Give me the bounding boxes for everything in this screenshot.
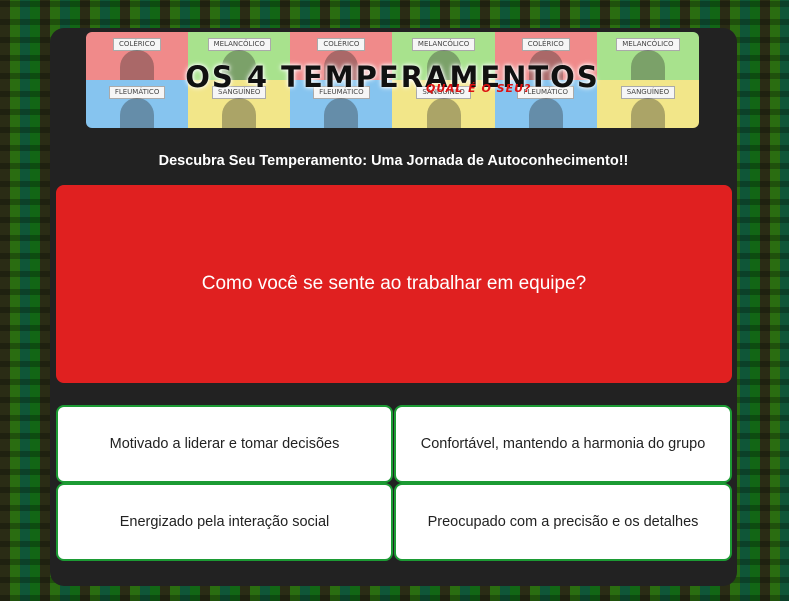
banner-title: OS 4 TEMPERAMENTOS: [185, 60, 600, 94]
person-silhouette-icon: [630, 98, 665, 128]
answer-option-4[interactable]: Preocupado com a precisão e os detalhes: [394, 483, 732, 561]
answer-label: Energizado pela interação social: [119, 514, 330, 530]
person-silhouette-icon: [426, 98, 461, 128]
person-silhouette-icon: [528, 98, 563, 128]
person-silhouette-icon: [222, 98, 257, 128]
page-subtitle: Descubra Seu Temperamento: Uma Jornada d…: [158, 153, 629, 169]
answer-label: Motivado a liderar e tomar decisões: [109, 436, 340, 452]
answer-option-1[interactable]: Motivado a liderar e tomar decisões: [56, 405, 393, 483]
banner-subtitle: QUAL É O SEU?: [426, 82, 532, 95]
quiz-container: COLÉRICO MELANCÓLICO COLÉRICO MELANCÓLIC…: [50, 28, 737, 586]
person-silhouette-icon: [120, 98, 155, 128]
question-text: Como você se sente ao trabalhar em equip…: [201, 273, 587, 294]
header-banner: COLÉRICO MELANCÓLICO COLÉRICO MELANCÓLIC…: [86, 32, 699, 128]
answer-option-3[interactable]: Energizado pela interação social: [56, 483, 393, 561]
answer-label: Confortável, mantendo a harmonia do grup…: [420, 436, 706, 452]
person-silhouette-icon: [324, 98, 359, 128]
answer-option-2[interactable]: Confortável, mantendo a harmonia do grup…: [394, 405, 732, 483]
answer-label: Preocupado com a precisão e os detalhes: [427, 514, 699, 530]
question-card: Como você se sente ao trabalhar em equip…: [56, 185, 732, 383]
